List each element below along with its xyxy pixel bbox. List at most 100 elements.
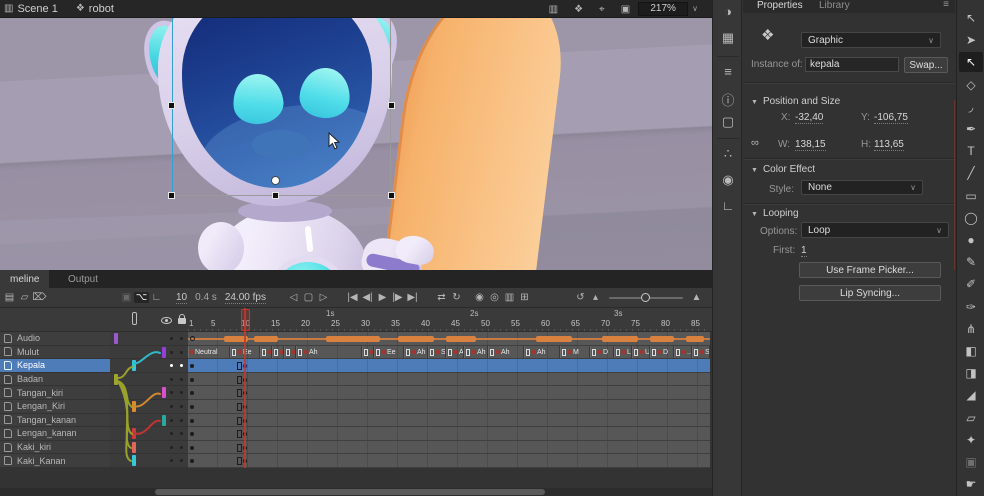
section-position-size[interactable]: ▼Position and Size <box>751 96 840 107</box>
timeline-scroll-thumb[interactable] <box>155 489 545 495</box>
mouth-keyframe-segment[interactable]: Ee <box>272 346 284 360</box>
frames-lane-tangan_kiri[interactable] <box>188 386 710 400</box>
w-value[interactable]: 138,15 <box>795 139 826 151</box>
edit-scene-icon[interactable]: ▥ <box>549 4 558 15</box>
layer-status-dots[interactable] <box>166 441 188 455</box>
tab-timeline[interactable]: meline <box>0 270 49 288</box>
camera-button[interactable]: ▣ <box>119 292 134 303</box>
mouth-keyframe-segment[interactable]: Ah <box>404 346 428 360</box>
layer-parent-cell[interactable] <box>110 386 166 400</box>
stage-canvas[interactable] <box>0 18 712 270</box>
lock-all-icon[interactable] <box>178 318 186 324</box>
section-color-effect[interactable]: ▼Color Effect <box>751 164 815 175</box>
tab-properties[interactable]: Properties <box>757 0 803 11</box>
y-value[interactable]: -106,75 <box>874 112 908 124</box>
show-parenting-button[interactable]: ⌥ <box>134 292 149 303</box>
lasso-tool[interactable]: ◞ <box>959 97 983 117</box>
selection-tool[interactable]: ↖ <box>959 8 983 28</box>
instance-name-field[interactable] <box>805 57 899 72</box>
tab-library[interactable]: Library <box>819 0 850 11</box>
layer-name-kepala[interactable]: Kepala <box>0 359 110 373</box>
layer-row-tangan_kiri[interactable]: Tangan_kiri <box>0 386 712 400</box>
selection-handle-right[interactable] <box>388 102 395 109</box>
stage-zoom-chevron-icon[interactable]: ∨ <box>692 4 698 13</box>
layer-name-kaki_kanan[interactable]: Kaki_Kanan <box>0 454 110 468</box>
mouth-keyframe-segment[interactable]: Ee <box>374 346 404 360</box>
symbol-breadcrumb[interactable]: robot <box>89 3 114 15</box>
cc-libraries-panel-icon[interactable]: ◉ <box>713 172 743 188</box>
frame-zoom-knob[interactable] <box>641 293 650 302</box>
step-back-button[interactable]: ◀| <box>360 292 375 303</box>
layer-name-audio[interactable]: Audio <box>0 332 110 346</box>
line-tool[interactable]: ╱ <box>959 163 983 183</box>
onion-outlines-button[interactable]: ◎ <box>487 292 502 303</box>
loop-playback-button[interactable]: ⇄ <box>434 292 449 303</box>
reset-timeline-zoom-button[interactable]: ↺ <box>573 292 588 303</box>
motion-editor-panel-icon[interactable]: ∟ <box>713 198 743 213</box>
layer-name-lengan_kiri[interactable]: Lengan_Kiri <box>0 400 110 414</box>
layer-parent-cell[interactable] <box>110 414 166 428</box>
use-frame-picker-button[interactable]: Use Frame Picker... <box>799 262 941 278</box>
loop-end-button[interactable]: ▷ <box>316 292 331 303</box>
mouth-keyframe-segment[interactable]: Ah <box>524 346 560 360</box>
mouth-keyframe-segment[interactable]: M <box>560 346 590 360</box>
lip-syncing-button[interactable]: Lip Syncing... <box>799 285 941 301</box>
frames-lane-audio[interactable] <box>188 332 710 346</box>
frames-lane-kaki_kanan[interactable] <box>188 454 710 468</box>
mouth-keyframe-segment[interactable]: F <box>284 346 296 360</box>
eraser-tool[interactable]: ▱ <box>959 408 983 428</box>
edit-multiple-frames-button[interactable]: ▥ <box>502 292 517 303</box>
mouth-keyframe-segment[interactable]: D <box>362 346 374 360</box>
loop-start-button[interactable]: ◁ <box>286 292 301 303</box>
layer-parent-cell[interactable] <box>110 373 166 387</box>
step-forward-button[interactable]: |▶ <box>390 292 405 303</box>
center-frame-icon[interactable]: ⌖ <box>599 4 605 15</box>
frame-ruler[interactable]: 15101520253035404550556065707580851s2s3s <box>188 308 710 332</box>
paint-bucket-tool[interactable]: ◧ <box>959 341 983 361</box>
layer-row-kaki_kanan[interactable]: Kaki_Kanan <box>0 454 712 468</box>
layer-name-kaki_kiri[interactable]: Kaki_kiri <box>0 441 110 455</box>
loop-options-select[interactable]: Loop∨ <box>801 222 949 238</box>
layer-row-kepala[interactable]: Kepala <box>0 359 712 373</box>
swatches-panel-icon[interactable]: ▦ <box>713 30 743 46</box>
layer-row-tangan_kanan[interactable]: Tangan_kanan <box>0 414 712 428</box>
mouth-keyframe-segment[interactable]: L <box>614 346 632 360</box>
modify-markers-button[interactable]: ⊞ <box>517 292 532 303</box>
current-frame-value[interactable]: 10 <box>176 292 187 304</box>
layer-status-dots[interactable] <box>166 332 188 346</box>
mouth-keyframe-segment[interactable]: D <box>650 346 674 360</box>
go-first-frame-button[interactable]: |◀ <box>345 292 360 303</box>
text-tool[interactable]: T <box>959 141 983 161</box>
info-panel-icon[interactable]: ⓘ <box>713 90 743 109</box>
layer-name-tangan_kanan[interactable]: Tangan_kanan <box>0 414 110 428</box>
layer-row-kaki_kiri[interactable]: Kaki_kiri <box>0 441 712 455</box>
selection-bounding-box[interactable] <box>172 18 391 196</box>
playhead-marker[interactable] <box>241 309 250 331</box>
eyedropper-tool[interactable]: ◢ <box>959 385 983 405</box>
layer-parent-cell[interactable] <box>110 441 166 455</box>
transform-selection-tool[interactable]: ↖ <box>959 52 983 72</box>
new-folder-button[interactable]: ▱ <box>17 292 32 303</box>
frames-lane-kaki_kiri[interactable] <box>188 441 710 455</box>
section-looping[interactable]: ▼Looping <box>751 208 799 219</box>
subselection-tool[interactable]: ➤ <box>959 30 983 50</box>
stage-zoom-value[interactable]: 217% <box>638 2 688 16</box>
selection-handle-bottom-center[interactable] <box>272 192 279 199</box>
brush-library-panel-icon[interactable]: ∴ <box>713 146 743 162</box>
layer-name-badan[interactable]: Badan <box>0 373 110 387</box>
play-button[interactable]: ▶ <box>375 292 390 303</box>
transformation-point[interactable] <box>271 176 280 185</box>
layer-parent-cell[interactable] <box>110 400 166 414</box>
layer-row-lengan_kiri[interactable]: Lengan_Kiri <box>0 400 712 414</box>
mouth-keyframe-segment[interactable]: Ah <box>446 346 464 360</box>
link-dimensions-icon[interactable]: ∞ <box>751 137 759 149</box>
new-layer-button[interactable]: ▤ <box>2 292 17 303</box>
orange-background-shape[interactable] <box>378 18 569 270</box>
layer-parent-cell[interactable] <box>110 359 166 373</box>
layer-row-lengan_kanan[interactable]: Lengan_kanan <box>0 427 712 441</box>
mouth-keyframe-segment[interactable]: Ee <box>230 346 260 360</box>
mouth-keyframe-segment[interactable]: Neutral <box>188 346 230 360</box>
layer-row-mulut[interactable]: MulutNeutralEeDEeFAhDEeAhSAhAhAhAhMDLUhD… <box>0 346 712 360</box>
mouth-keyframe-segment[interactable]: .. <box>674 346 692 360</box>
polystar-tool[interactable]: ● <box>959 230 983 250</box>
